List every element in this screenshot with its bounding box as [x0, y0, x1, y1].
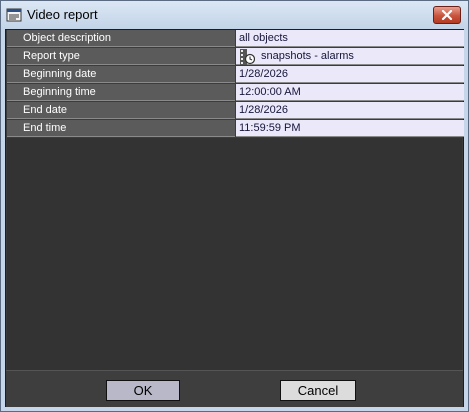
video-report-window: Video report Object description all obje… — [0, 0, 469, 412]
property-row-object-description[interactable]: Object description all objects — [7, 30, 464, 48]
property-value[interactable]: 12:00:00 AM — [236, 84, 464, 101]
property-label: End time — [7, 120, 235, 137]
property-value[interactable]: snapshots - alarms — [236, 48, 464, 65]
property-row-end-time[interactable]: End time 11:59:59 PM — [7, 120, 464, 138]
report-panel: Object description all objects Report ty… — [5, 29, 464, 407]
property-label: End date — [7, 102, 235, 119]
property-row-beginning-time[interactable]: Beginning time 12:00:00 AM — [7, 84, 464, 102]
property-row-end-date[interactable]: End date 1/28/2026 — [7, 102, 464, 120]
close-button[interactable] — [433, 6, 461, 24]
cancel-button[interactable]: Cancel — [280, 380, 356, 401]
empty-grid-area — [7, 138, 462, 370]
property-label: Report type — [7, 48, 235, 65]
property-value[interactable]: 1/28/2026 — [236, 102, 464, 119]
property-grid: Object description all objects Report ty… — [7, 30, 464, 138]
camera-film-icon — [240, 49, 255, 65]
dialog-footer: OK Cancel — [6, 370, 463, 407]
close-x-icon — [441, 10, 453, 20]
property-value[interactable]: 11:59:59 PM — [236, 120, 464, 137]
property-label: Object description — [7, 30, 235, 47]
ok-button[interactable]: OK — [106, 380, 180, 401]
report-window-icon — [6, 8, 22, 22]
title-bar[interactable]: Video report — [1, 1, 468, 29]
report-type-text: snapshots - alarms — [261, 50, 354, 62]
property-label: Beginning date — [7, 66, 235, 83]
property-label: Beginning time — [7, 84, 235, 101]
property-row-report-type[interactable]: Report type snapshots - alarms — [7, 48, 464, 66]
property-value[interactable]: all objects — [236, 30, 464, 47]
property-value[interactable]: 1/28/2026 — [236, 66, 464, 83]
window-title: Video report — [27, 7, 98, 22]
property-row-beginning-date[interactable]: Beginning date 1/28/2026 — [7, 66, 464, 84]
